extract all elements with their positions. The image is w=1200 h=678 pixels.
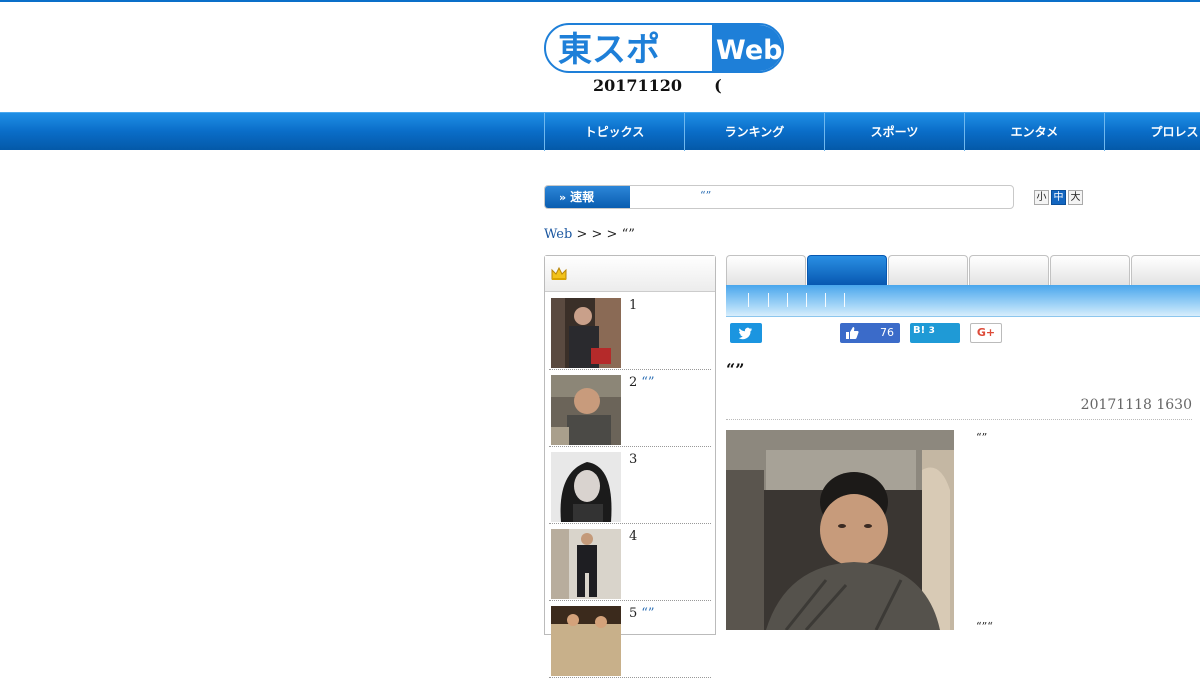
- font-size-small-button[interactable]: 小: [1034, 190, 1049, 205]
- breaking-news-bar: » 速報 “”: [544, 185, 1014, 209]
- logo-text: 東スポ: [558, 30, 660, 70]
- breadcrumb: Web > > > “”: [544, 227, 635, 242]
- nav-item-prowrestling[interactable]: プロレス: [1104, 113, 1200, 151]
- category-tab-2[interactable]: [807, 255, 887, 285]
- sub-category-divider: [748, 293, 749, 307]
- article-title: “”: [726, 360, 745, 379]
- font-size-medium-button[interactable]: 中: [1051, 190, 1066, 205]
- category-tabs: [726, 255, 1200, 285]
- category-tab-3[interactable]: [888, 255, 968, 285]
- ranking-thumbnail[interactable]: [551, 529, 621, 599]
- ranking-thumbnail[interactable]: [551, 298, 621, 368]
- ranking-item[interactable]: 1: [549, 294, 711, 370]
- ranking-number: 4: [629, 529, 638, 544]
- facebook-like-count: 76: [880, 326, 894, 339]
- breaking-ticker-link[interactable]: “”: [630, 186, 1013, 208]
- ranking-thumbnail[interactable]: [551, 375, 621, 445]
- font-size-switcher: 小 中 大: [1034, 190, 1083, 205]
- twitter-icon: [738, 327, 752, 340]
- article-date: 20171118 1630: [726, 397, 1192, 420]
- article-area: 76 B! 3 G+ “” 20171118 1630 “” “”“: [726, 255, 1200, 633]
- ranking-item[interactable]: 5 “”: [549, 602, 711, 678]
- ranking-item[interactable]: 2 “”: [549, 371, 711, 447]
- top-accent-line: [0, 0, 1200, 2]
- ranking-header: [545, 256, 715, 292]
- article-body-text: “”: [976, 431, 988, 444]
- twitter-share-button[interactable]: [730, 323, 762, 343]
- global-nav: トピックス ランキング スポーツ エンタメ プロレス: [0, 112, 1200, 151]
- nav-item-ranking[interactable]: ランキング: [684, 113, 824, 151]
- breaking-label: » 速報: [545, 186, 630, 208]
- ranking-panel: 1 2 “” 3 4 5 “”: [544, 255, 716, 678]
- ranking-number: 1: [629, 298, 638, 313]
- breadcrumb-current: “”: [621, 227, 635, 242]
- sub-category-divider: [768, 293, 769, 307]
- hatena-count: 3: [928, 326, 935, 336]
- sub-category-divider: [825, 293, 826, 307]
- article-body-text: “”“: [976, 620, 993, 633]
- article-photo[interactable]: [726, 430, 954, 630]
- sub-category-divider: [806, 293, 807, 307]
- sub-category-divider: [787, 293, 788, 307]
- hatena-bookmark-button[interactable]: B! 3: [910, 323, 960, 343]
- breadcrumb-home-link[interactable]: Web: [544, 227, 572, 242]
- date-line: 20171120 (: [593, 76, 754, 95]
- facebook-like-button[interactable]: 76: [840, 323, 900, 343]
- ranking-item[interactable]: 3: [549, 448, 711, 524]
- ranking-item[interactable]: 4: [549, 525, 711, 601]
- logo-web-text: Web: [716, 35, 782, 66]
- ranking-thumbnail[interactable]: [551, 606, 621, 676]
- ranking-number: 3: [629, 452, 638, 467]
- thumbs-up-icon: [846, 327, 859, 339]
- category-tab-5[interactable]: [1050, 255, 1130, 285]
- ranking-thumbnail[interactable]: [551, 452, 621, 522]
- nav-item-sports[interactable]: スポーツ: [824, 113, 964, 151]
- hatena-label: B!: [913, 325, 926, 336]
- sub-category-divider: [844, 293, 845, 307]
- site-logo[interactable]: 東スポ Web: [544, 23, 784, 73]
- nav-item-entertainment[interactable]: エンタメ: [964, 113, 1104, 151]
- category-tab-4[interactable]: [969, 255, 1049, 285]
- ranking-number: 2 “”: [629, 375, 655, 390]
- double-chevron-icon: »: [559, 191, 567, 204]
- font-size-large-button[interactable]: 大: [1068, 190, 1083, 205]
- category-tab-1[interactable]: [726, 255, 806, 285]
- category-tab-6[interactable]: [1131, 255, 1200, 285]
- google-plus-button[interactable]: G+: [970, 323, 1002, 343]
- crown-icon: [551, 267, 567, 280]
- sub-category-bar: [726, 285, 1200, 317]
- ranking-number: 5 “”: [629, 606, 655, 621]
- nav-item-topics[interactable]: トピックス: [544, 113, 684, 151]
- current-date: 20171120: [593, 76, 683, 95]
- date-weekday: (: [714, 76, 722, 95]
